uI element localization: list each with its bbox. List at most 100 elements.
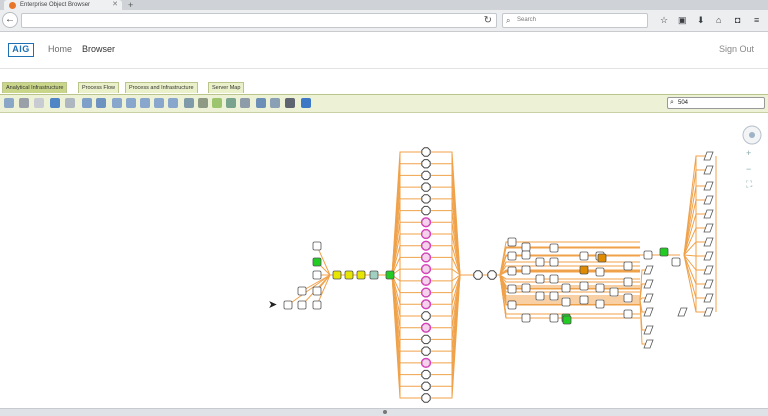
info-icon[interactable] xyxy=(301,98,311,108)
graph-node[interactable] xyxy=(549,257,559,267)
graph-node[interactable] xyxy=(421,381,431,391)
graph-node[interactable] xyxy=(703,209,714,219)
bookmark-star-icon[interactable]: ☆ xyxy=(660,15,668,26)
expand-icon[interactable] xyxy=(256,98,266,108)
graph-node[interactable] xyxy=(421,334,431,345)
graph-node[interactable] xyxy=(703,279,714,289)
graph-node[interactable] xyxy=(535,274,545,284)
zoom-fit-icon[interactable] xyxy=(140,98,150,108)
graph-node[interactable] xyxy=(369,270,379,280)
graph-node[interactable] xyxy=(507,300,517,310)
graph-node[interactable] xyxy=(535,291,545,301)
graph-node[interactable] xyxy=(659,247,669,257)
grid-icon[interactable] xyxy=(226,98,236,108)
menu-icon[interactable]: ≡ xyxy=(754,15,759,26)
browser-tab[interactable]: Enterprise Object Browser ✕ xyxy=(4,0,122,10)
graph-node[interactable] xyxy=(703,195,714,205)
graph-node[interactable] xyxy=(595,299,605,309)
graph-node[interactable] xyxy=(521,242,531,252)
graph-node[interactable] xyxy=(703,223,714,233)
zoom-out-button[interactable]: − xyxy=(746,164,751,174)
zoom-out-icon[interactable] xyxy=(126,98,136,108)
graph-node[interactable] xyxy=(283,300,293,310)
graph-node[interactable] xyxy=(312,300,322,310)
graph-node[interactable] xyxy=(312,257,322,267)
graph-node[interactable] xyxy=(579,295,589,305)
tab-server-map[interactable]: Server Map xyxy=(208,82,245,93)
graph-node[interactable] xyxy=(703,151,714,161)
scroll-indicator[interactable] xyxy=(383,410,387,414)
graph-node[interactable] xyxy=(421,369,431,380)
graph-node[interactable] xyxy=(623,277,633,287)
graph-node[interactable] xyxy=(421,147,431,157)
graph-node[interactable] xyxy=(421,205,431,216)
graph-node[interactable] xyxy=(421,311,431,321)
copy-icon[interactable] xyxy=(4,98,14,108)
graph-node[interactable] xyxy=(643,250,653,260)
graph-node[interactable] xyxy=(703,307,714,317)
graph-node[interactable] xyxy=(643,339,654,349)
graph-node[interactable] xyxy=(549,274,559,284)
graph-node[interactable] xyxy=(703,165,714,175)
page-icon[interactable] xyxy=(34,98,44,108)
layout-icon[interactable] xyxy=(184,98,194,108)
back-button[interactable]: ← xyxy=(2,12,18,28)
graph-node[interactable] xyxy=(595,283,605,293)
connector-tool-icon[interactable] xyxy=(240,98,250,108)
graph-node[interactable] xyxy=(521,283,531,293)
graph-node[interactable] xyxy=(703,265,714,275)
filter-icon[interactable] xyxy=(285,98,295,108)
graph-node[interactable] xyxy=(623,309,633,319)
graph-node[interactable] xyxy=(703,237,714,247)
graph-node[interactable] xyxy=(332,270,342,280)
move-tool-icon[interactable] xyxy=(96,98,106,108)
graph-node[interactable] xyxy=(421,182,431,192)
graph-node[interactable] xyxy=(703,251,714,261)
graph-node[interactable] xyxy=(561,283,571,293)
zoom-in-button[interactable]: + xyxy=(746,148,751,158)
graph-node[interactable] xyxy=(473,270,483,280)
graph-node[interactable] xyxy=(356,270,366,280)
graph-node[interactable] xyxy=(344,270,354,280)
graph-node[interactable] xyxy=(312,241,322,251)
graph-node[interactable] xyxy=(579,265,589,275)
graph-node[interactable] xyxy=(597,253,607,263)
graph-node[interactable] xyxy=(297,286,307,296)
lineage-graph-canvas[interactable] xyxy=(0,112,768,408)
zoom-reset-icon[interactable] xyxy=(168,98,178,108)
graph-node[interactable] xyxy=(561,297,571,307)
graph-node[interactable] xyxy=(549,313,559,323)
home-icon[interactable]: ⌂ xyxy=(716,15,721,26)
graph-node[interactable] xyxy=(703,181,714,191)
graph-node[interactable] xyxy=(609,287,619,297)
settings-gear-icon[interactable] xyxy=(198,98,208,108)
download-icon[interactable]: ⬇ xyxy=(697,15,705,26)
graph-node[interactable] xyxy=(521,265,531,275)
graph-node[interactable] xyxy=(507,237,517,247)
nav-home-link[interactable]: Home xyxy=(48,44,72,54)
graph-node[interactable] xyxy=(421,393,431,403)
fit-view-button[interactable]: ⛶ xyxy=(746,179,752,189)
graph-node[interactable] xyxy=(595,267,605,277)
graph-node[interactable] xyxy=(562,315,572,325)
graph-node[interactable] xyxy=(579,281,589,291)
graph-node[interactable] xyxy=(643,279,654,289)
highlight-tool-icon[interactable] xyxy=(212,98,222,108)
graph-node[interactable] xyxy=(421,170,431,181)
graph-node[interactable] xyxy=(521,250,531,260)
zoom-selection-icon[interactable] xyxy=(154,98,164,108)
find-node-input[interactable]: ⌕ 504 xyxy=(667,97,765,109)
graph-node[interactable] xyxy=(312,286,322,296)
pan-control-icon[interactable] xyxy=(741,124,763,146)
graph-node[interactable] xyxy=(421,159,431,169)
graph-node[interactable] xyxy=(643,307,654,317)
graph-node[interactable] xyxy=(671,257,681,267)
url-bar[interactable]: ↻ xyxy=(21,13,497,28)
graph-node[interactable] xyxy=(623,261,633,271)
graph-node[interactable] xyxy=(312,270,322,280)
pan-tool-icon[interactable] xyxy=(82,98,92,108)
graph-node[interactable] xyxy=(549,243,559,253)
print-icon[interactable] xyxy=(19,98,29,108)
graph-node[interactable] xyxy=(521,313,531,323)
graph-node[interactable] xyxy=(421,194,431,204)
